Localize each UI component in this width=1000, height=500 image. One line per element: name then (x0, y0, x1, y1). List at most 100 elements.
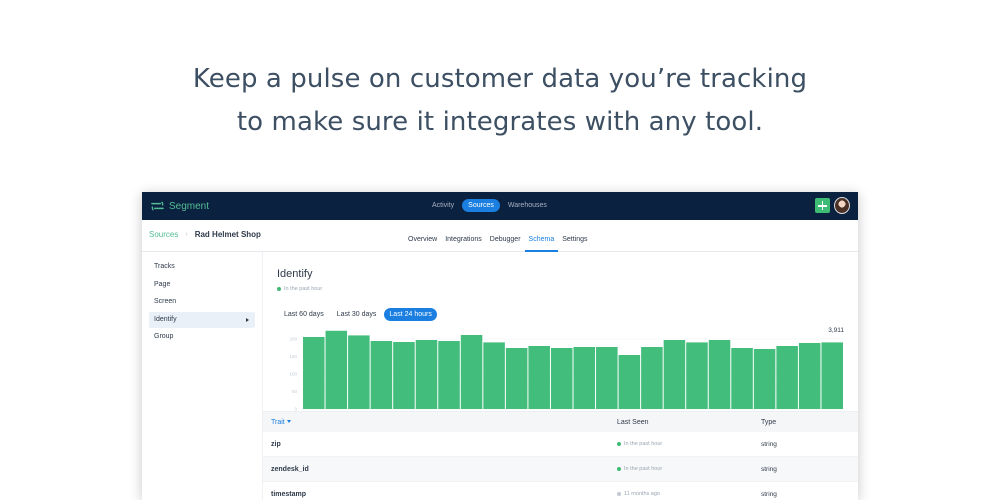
app-window: Segment Activity Sources Warehouses Sour… (142, 192, 858, 500)
brand[interactable]: Segment (151, 199, 209, 213)
chevron-right-icon (246, 317, 249, 322)
breadcrumb-sources[interactable]: Sources (149, 230, 178, 239)
range-30-days[interactable]: Last 30 days (332, 308, 382, 321)
chart-bar[interactable] (483, 342, 505, 409)
last-seen-text: 11 months ago (624, 491, 660, 497)
trait-type: string (761, 465, 777, 473)
schema-main: Identify In the past hour Last 60 days L… (262, 252, 858, 500)
chart-bar[interactable] (641, 347, 663, 409)
brand-name: Segment (169, 200, 210, 212)
trait-type: string (761, 490, 777, 498)
chart-bar[interactable] (348, 335, 370, 409)
marketing-headline: Keep a pulse on customer data you’re tra… (0, 58, 1000, 144)
last-seen: In the past hour (617, 441, 761, 447)
chart-bar[interactable] (460, 335, 483, 409)
topnav-activity[interactable]: Activity (426, 199, 460, 212)
sidebar-item-label: Identify (154, 315, 177, 323)
volume-bar-chart: 2001501005003,911 (289, 327, 844, 412)
traits-table: Trait Last Seen Type zip In the past hou… (263, 411, 858, 500)
status-dot-icon (617, 467, 621, 471)
last-seen: In the past hour (617, 466, 761, 472)
chart-bar[interactable] (528, 346, 550, 409)
status-indicator: In the past hour (277, 286, 322, 292)
headline-line-2: to make sure it integrates with any tool… (236, 107, 764, 137)
header-last-seen: Last Seen (617, 418, 649, 426)
table-row[interactable]: zip In the past hour string (263, 432, 858, 457)
range-24-hours[interactable]: Last 24 hours (384, 308, 437, 321)
chart-bar[interactable] (393, 342, 415, 409)
trait-name: timestamp (271, 490, 307, 498)
add-button[interactable] (815, 198, 830, 213)
status-dot-icon (277, 287, 281, 291)
chart-bar[interactable] (753, 349, 776, 409)
sidebar-item-label: Screen (154, 298, 177, 306)
tab-overview[interactable]: Overview (404, 220, 441, 252)
chart-bar[interactable] (798, 343, 821, 409)
table-row[interactable]: zendesk_id In the past hour string (263, 457, 858, 482)
table-row[interactable]: timestamp 11 months ago string (263, 482, 858, 500)
sidebar-item-page[interactable]: Page (149, 277, 255, 293)
breadcrumb-current: Rad Helmet Shop (194, 230, 261, 239)
status-dot-icon (617, 442, 621, 446)
tab-integrations[interactable]: Integrations (441, 220, 486, 252)
table-header: Trait Last Seen Type (263, 411, 858, 432)
chart-bar[interactable] (708, 340, 731, 409)
chart-bar[interactable] (618, 355, 641, 409)
avatar[interactable] (834, 197, 850, 214)
sidebar-item-label: Tracks (154, 263, 175, 270)
sidebar-item-label: Page (154, 280, 171, 288)
chart-bar[interactable] (821, 342, 843, 409)
topnav-sources[interactable]: Sources (462, 199, 500, 212)
schema-sidebar: Tracks Page Screen Identify Group (142, 252, 262, 500)
source-header: Sources › Rad Helmet Shop Overview Integ… (142, 220, 858, 252)
sort-caret-icon (286, 420, 291, 424)
tab-debugger[interactable]: Debugger (486, 220, 525, 252)
headline-line-1: Keep a pulse on customer data you’re tra… (192, 64, 808, 94)
sidebar-item-screen[interactable]: Screen (149, 294, 255, 310)
y-tick-label: 150 (289, 354, 297, 359)
chart-bar[interactable] (505, 348, 528, 409)
tab-schema[interactable]: Schema (524, 220, 559, 252)
time-range-selector: Last 60 days Last 30 days Last 24 hours (279, 308, 440, 321)
last-seen-text: In the past hour (624, 466, 663, 472)
chart-bar[interactable] (573, 347, 596, 409)
trait-type: string (761, 440, 777, 448)
top-navigation-bar: Segment Activity Sources Warehouses (142, 192, 858, 220)
status-text: In the past hour (284, 286, 323, 292)
range-60-days[interactable]: Last 60 days (279, 308, 329, 321)
status-dot-icon (617, 492, 621, 496)
last-seen: 11 months ago (617, 491, 761, 497)
header-trait-label: Trait (271, 418, 285, 426)
chart-bar[interactable] (731, 348, 753, 409)
topnav-warehouses[interactable]: Warehouses (502, 199, 553, 212)
last-seen-text: In the past hour (624, 441, 663, 447)
trait-name: zendesk_id (271, 465, 309, 473)
tab-settings[interactable]: Settings (558, 220, 591, 252)
chart-bar[interactable] (303, 337, 325, 409)
chart-bar[interactable] (663, 340, 686, 409)
chart-bar[interactable] (438, 341, 460, 409)
sidebar-item-label: Group (154, 333, 174, 341)
breadcrumb: Sources › Rad Helmet Shop (149, 230, 261, 239)
trait-name: zip (271, 440, 281, 448)
chart-bar[interactable] (776, 346, 798, 409)
sidebar-item-tracks[interactable]: Tracks (149, 259, 255, 275)
segment-logo-icon (151, 201, 164, 211)
y-tick-label: 100 (289, 372, 297, 377)
chart-bar[interactable] (415, 340, 438, 409)
header-type: Type (761, 418, 777, 426)
chart-bar[interactable] (686, 342, 708, 409)
page-title: Identify (277, 268, 313, 280)
chart-bar[interactable] (325, 330, 348, 409)
sidebar-item-identify[interactable]: Identify (149, 311, 255, 328)
sidebar-item-group[interactable]: Group (149, 329, 255, 345)
chart-bar[interactable] (550, 348, 573, 409)
max-value-label: 3,911 (828, 327, 844, 334)
breadcrumb-separator-icon: › (185, 231, 188, 238)
y-tick-label: 50 (292, 389, 298, 394)
chart-bar[interactable] (370, 341, 393, 409)
chart-bar[interactable] (596, 347, 618, 409)
y-tick-label: 200 (289, 337, 297, 342)
header-trait[interactable]: Trait (263, 419, 617, 426)
top-nav: Activity Sources Warehouses (426, 199, 555, 212)
